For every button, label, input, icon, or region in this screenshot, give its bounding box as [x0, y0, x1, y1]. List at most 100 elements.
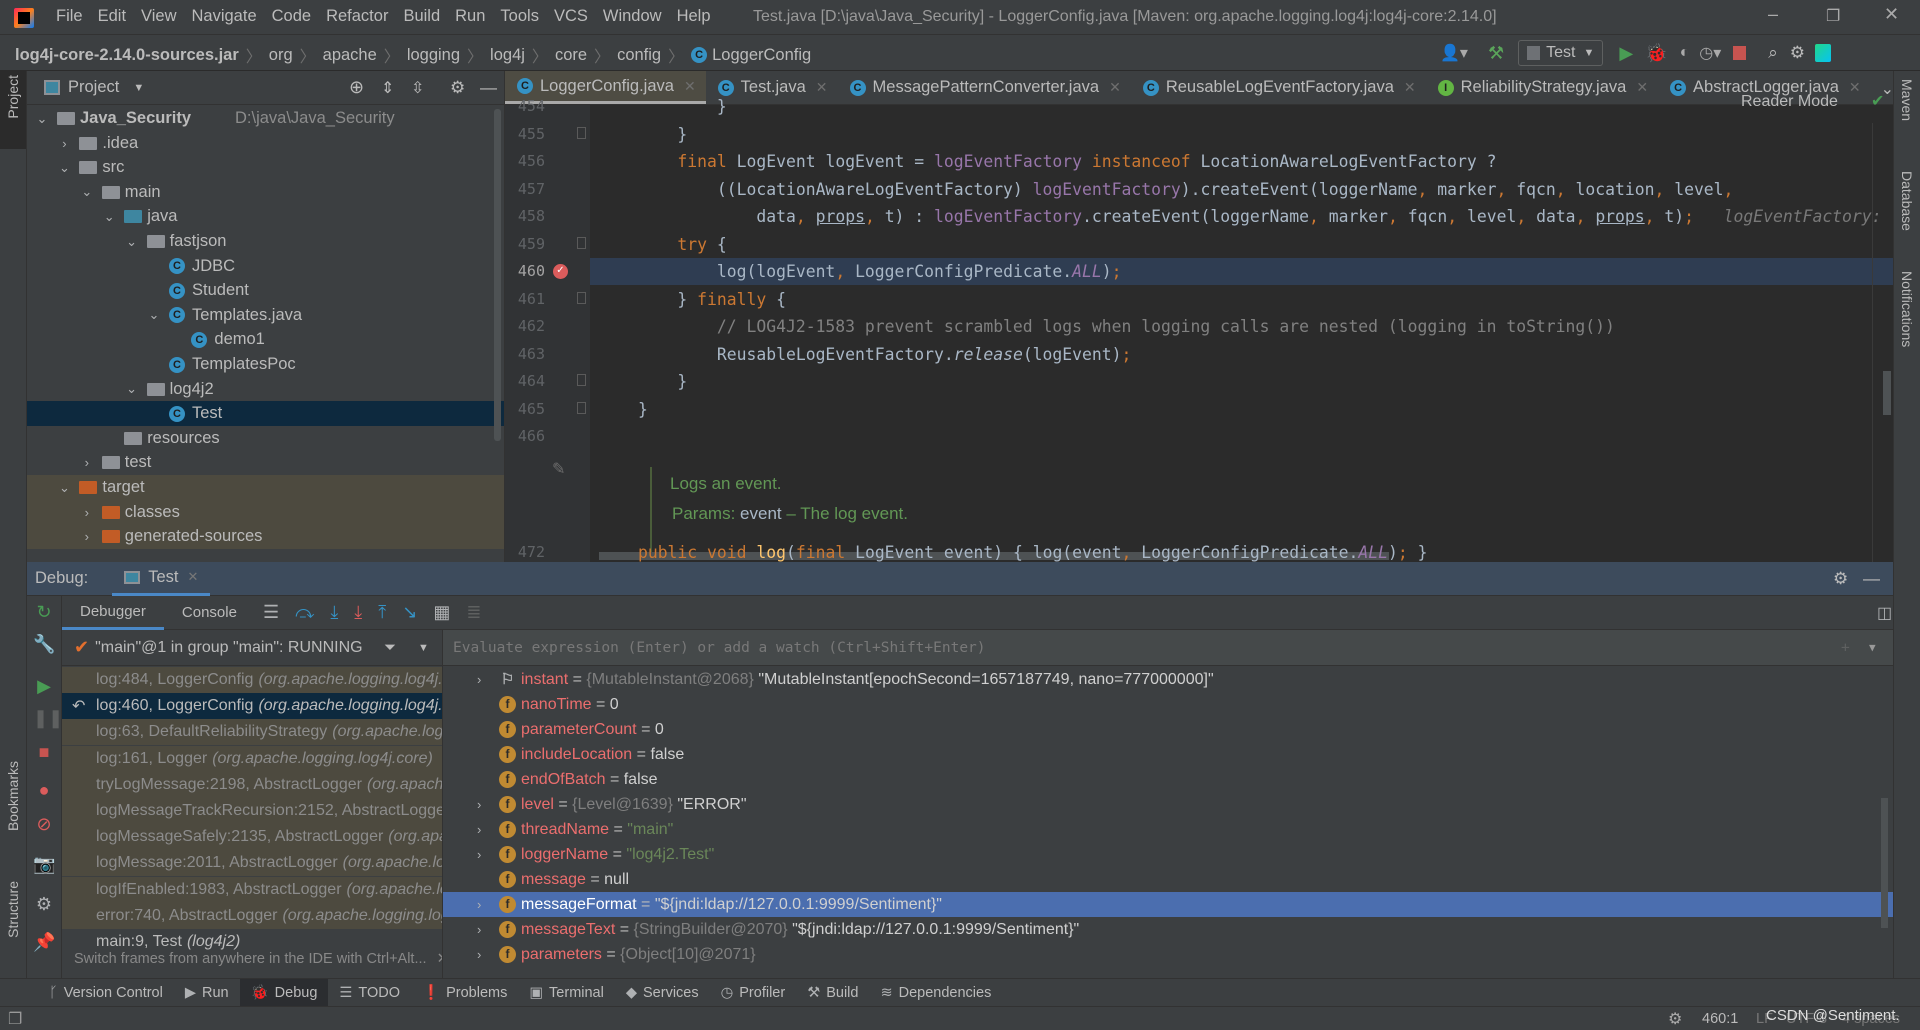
layout-menu-icon[interactable]: ☰ [263, 602, 279, 623]
stop-icon[interactable]: ■ [33, 742, 55, 763]
caret-position[interactable]: 460:1 [1702, 1011, 1738, 1027]
gear-icon[interactable]: ⚙ [450, 78, 465, 98]
menu-refactor[interactable]: Refactor [326, 7, 388, 26]
editor-vscrollbar[interactable] [1883, 371, 1891, 415]
maven-tool-button[interactable]: Maven [1899, 79, 1915, 126]
breadcrumb-item[interactable]: core [555, 46, 587, 65]
tool-window-profiler[interactable]: ◷ Profiler [710, 979, 797, 1007]
chevron-down-icon[interactable]: ▼ [133, 82, 144, 94]
code-line[interactable]: final LogEvent logEvent = logEventFactor… [559, 148, 1496, 175]
variable-row[interactable]: › f parameters = {Object[10]@2071} [443, 942, 1893, 967]
breadcrumb-item[interactable]: log4j-core-2.14.0-sources.jar [15, 46, 239, 65]
project-view-selector[interactable]: Project [68, 78, 119, 97]
run-icon[interactable]: ▶ [1619, 43, 1633, 64]
variable-row[interactable]: › f messageText = {StringBuilder@2070} "${… [443, 917, 1893, 942]
tool-window-terminal[interactable]: ▣ Terminal [518, 979, 615, 1007]
editor-tab[interactable]: C MessagePatternConverter.java ✕ [838, 71, 1131, 104]
menu-file[interactable]: File [56, 7, 83, 26]
stack-frame[interactable]: logMessageSafely:2135, AbstractLogger (or… [62, 824, 442, 851]
step-over-icon[interactable]: ⤼ [295, 602, 314, 623]
chevron-right-icon[interactable]: › [57, 136, 71, 151]
resume-icon[interactable]: ▶ [33, 676, 55, 697]
expand-chevron-icon[interactable]: › [477, 847, 481, 862]
minimize-button[interactable]: – [1768, 4, 1778, 25]
tool-window-version-control[interactable]: ᚴ Version Control [38, 979, 174, 1007]
menu-build[interactable]: Build [403, 7, 440, 26]
tree-item[interactable]: ⌄ main [27, 180, 504, 205]
menu-run[interactable]: Run [455, 7, 485, 26]
evaluate-expression-input[interactable]: Evaluate expression (Enter) or add a wat… [443, 630, 1893, 666]
fold-marker-icon[interactable] [577, 126, 586, 139]
fold-marker-icon[interactable] [577, 236, 586, 249]
expand-chevron-icon[interactable]: › [477, 897, 481, 912]
tree-item[interactable]: ⌄ C Templates.java [27, 303, 504, 328]
restore-button[interactable]: ❐ [1826, 6, 1840, 26]
fold-marker-icon[interactable] [577, 374, 586, 386]
stack-frame[interactable]: logMessageTrackRecursion:2152, AbstractL… [62, 798, 442, 824]
tree-item[interactable]: ⌄ log4j2 [27, 377, 504, 402]
variable-row[interactable]: › f loggerName = "log4j2.Test" [443, 842, 1893, 867]
tree-item[interactable]: C Student [27, 278, 504, 303]
filter-icon[interactable]: ⏷ [384, 639, 396, 656]
fold-marker-icon[interactable] [577, 291, 586, 304]
chevron-down-icon[interactable]: ▼ [418, 642, 429, 654]
variable-row[interactable]: f parameterCount = 0 [443, 717, 1893, 742]
tree-item[interactable]: › test [27, 450, 504, 475]
expand-all-icon[interactable]: ⇕ [381, 78, 394, 98]
breadcrumb-item[interactable]: config [617, 46, 661, 65]
mute-breakpoints-icon[interactable]: ⊘ [33, 814, 55, 835]
fold-marker-icon[interactable] [577, 401, 586, 414]
code-line[interactable]: } [559, 396, 648, 423]
variable-row[interactable]: › f level = {Level@1639} "ERROR" [443, 792, 1893, 817]
close-tab-icon[interactable]: ✕ [1849, 79, 1861, 96]
settings-gear-icon[interactable]: ⚙ [1790, 43, 1805, 63]
hide-icon[interactable]: — [480, 78, 497, 98]
tree-item[interactable]: resources [27, 426, 504, 451]
pin-icon[interactable]: 📌 [33, 932, 55, 953]
layout-options-icon[interactable]: ◫ [1877, 603, 1892, 623]
breadcrumb-item[interactable]: logging [407, 46, 460, 65]
code-line[interactable]: public void log(final LogEvent event) { … [559, 539, 1428, 562]
force-step-into-icon[interactable]: ⤓ [354, 602, 362, 623]
menu-code[interactable]: Code [272, 7, 311, 26]
code-line[interactable]: } finally { [559, 286, 786, 313]
expand-chevron-icon[interactable]: › [477, 822, 481, 837]
chevron-down-icon[interactable]: ⌄ [57, 160, 71, 176]
chevron-down-icon[interactable]: ⌄ [125, 234, 139, 250]
variable-row[interactable]: f includeLocation = false [443, 742, 1893, 767]
structure-tool-button[interactable]: Structure [5, 881, 21, 943]
variable-row[interactable]: › f threadName = "main" [443, 817, 1893, 842]
run-to-cursor-icon[interactable]: ↘ [402, 602, 417, 623]
tree-item[interactable]: › .idea [27, 131, 504, 156]
breadcrumb-item[interactable]: org [269, 46, 293, 65]
code-line[interactable]: // LOG4J2-1583 prevent scrambled logs wh… [559, 313, 1615, 340]
collapse-all-icon[interactable]: ⇳ [411, 78, 424, 98]
debug-session-tab[interactable]: Test ✕ [112, 562, 211, 596]
tree-item[interactable]: C Test [27, 401, 504, 427]
tool-window-debug[interactable]: 🐞 Debug [239, 978, 329, 1007]
tree-item[interactable]: › classes [27, 499, 504, 525]
close-tab-icon[interactable]: ✕ [684, 78, 696, 95]
tree-item[interactable]: ⌄ Java_Security D:\java\Java_Security [27, 106, 504, 131]
close-tab-icon[interactable]: ✕ [816, 79, 828, 96]
variable-row[interactable]: › ⚐ instant = {MutableInstant@2068} "Mutab… [443, 667, 1893, 692]
tree-item[interactable]: ⌄ src [27, 155, 504, 180]
view-breakpoints-icon[interactable]: ● [33, 780, 55, 801]
chevron-down-icon[interactable]: ⌄ [147, 307, 161, 323]
variable-row[interactable]: f endOfBatch = false [443, 767, 1893, 792]
step-out-icon[interactable]: ⤒ [378, 602, 386, 623]
breadcrumb-item[interactable]: log4j [490, 46, 525, 65]
stack-frame[interactable]: log:161, Logger (org.apache.logging.log4j… [62, 745, 442, 772]
breadcrumb-item[interactable]: apache [323, 46, 377, 65]
camera-icon[interactable]: 📷 [33, 854, 55, 875]
run-config-select[interactable]: Test ▼ [1518, 40, 1604, 66]
tree-item[interactable]: › generated-sources [27, 524, 504, 550]
tree-item[interactable]: ⌄ java [27, 204, 504, 229]
variable-row[interactable]: › f messageFormat = "${jndi:ldap://127.0.0… [443, 892, 1893, 917]
pause-icon[interactable]: ❚❚ [33, 708, 63, 729]
close-tab-icon[interactable]: ✕ [1636, 79, 1648, 96]
code-line[interactable]: log(logEvent, LoggerConfigPredicate.ALL)… [559, 258, 1122, 285]
chevron-right-icon[interactable]: › [80, 529, 94, 544]
step-into-icon[interactable]: ⤓ [330, 602, 338, 623]
bookmarks-tool-button[interactable]: Bookmarks [5, 761, 21, 836]
